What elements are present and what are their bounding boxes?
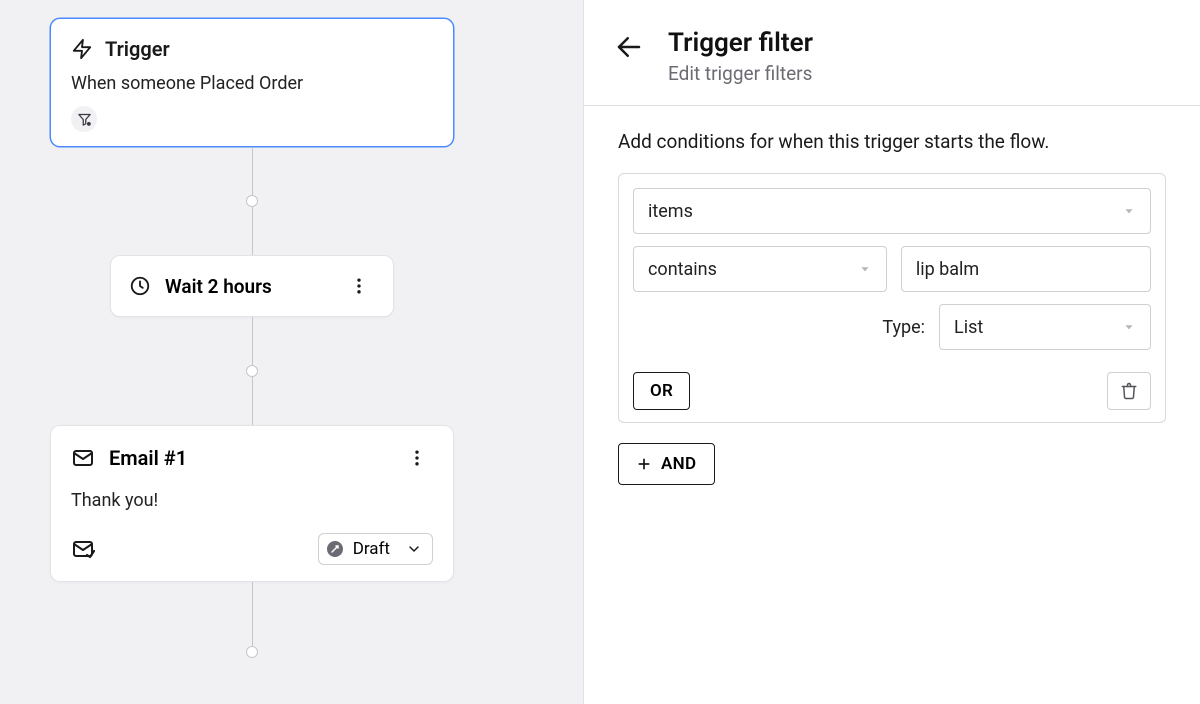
delete-condition-button[interactable] — [1107, 372, 1151, 410]
chevron-down-icon — [406, 541, 422, 557]
condition-group: items contains Type: — [618, 173, 1166, 423]
type-select[interactable]: List — [939, 304, 1151, 350]
chevron-down-icon — [1122, 204, 1136, 218]
value-input[interactable] — [901, 246, 1151, 292]
email-status-label: Draft — [353, 539, 390, 559]
connector — [252, 147, 253, 201]
trigger-node[interactable]: Trigger When someone Placed Order — [50, 18, 454, 147]
connector — [252, 371, 253, 425]
plus-icon — [637, 457, 651, 471]
connector — [252, 582, 253, 652]
email-more-button[interactable] — [401, 444, 433, 472]
trigger-filter-panel: Trigger filter Edit trigger filters Add … — [583, 0, 1200, 704]
panel-title: Trigger filter — [668, 28, 813, 58]
wait-label: Wait 2 hours — [165, 275, 343, 298]
property-select[interactable]: items — [633, 188, 1151, 234]
email-subject: Thank you! — [71, 490, 433, 511]
clock-icon — [129, 275, 151, 297]
property-value: items — [648, 201, 693, 222]
flow-canvas[interactable]: Trigger When someone Placed Order Wait 2… — [0, 0, 583, 704]
email-title: Email #1 — [109, 446, 187, 470]
more-vertical-icon — [349, 276, 369, 296]
panel-help-text: Add conditions for when this trigger sta… — [618, 130, 1166, 153]
back-button[interactable] — [610, 30, 648, 64]
mail-icon — [71, 446, 95, 470]
bolt-icon — [71, 38, 93, 60]
operator-value: contains — [648, 259, 717, 280]
operator-select[interactable]: contains — [633, 246, 887, 292]
type-label: Type: — [882, 317, 925, 338]
email-status-select[interactable]: Draft — [318, 533, 433, 565]
wait-more-button[interactable] — [343, 272, 375, 300]
wait-node[interactable]: Wait 2 hours — [110, 255, 394, 317]
filter-icon — [77, 112, 92, 127]
connector — [252, 317, 253, 371]
chevron-down-icon — [858, 262, 872, 276]
and-button[interactable]: AND — [618, 443, 715, 485]
filter-chip[interactable] — [71, 106, 97, 132]
type-value: List — [954, 317, 983, 338]
connector — [252, 201, 253, 255]
trigger-title: Trigger — [105, 37, 170, 61]
smart-send-icon[interactable] — [71, 537, 95, 561]
chevron-down-icon — [1122, 320, 1136, 334]
or-button[interactable]: OR — [633, 372, 690, 410]
trash-icon — [1120, 382, 1138, 400]
trigger-description: When someone Placed Order — [71, 73, 433, 94]
arrow-left-icon — [614, 32, 644, 62]
panel-subtitle: Edit trigger filters — [668, 62, 813, 85]
more-vertical-icon — [407, 448, 427, 468]
and-label: AND — [661, 454, 696, 474]
status-dot-icon — [327, 541, 343, 557]
email-node[interactable]: Email #1 Thank you! Draft — [50, 425, 454, 582]
